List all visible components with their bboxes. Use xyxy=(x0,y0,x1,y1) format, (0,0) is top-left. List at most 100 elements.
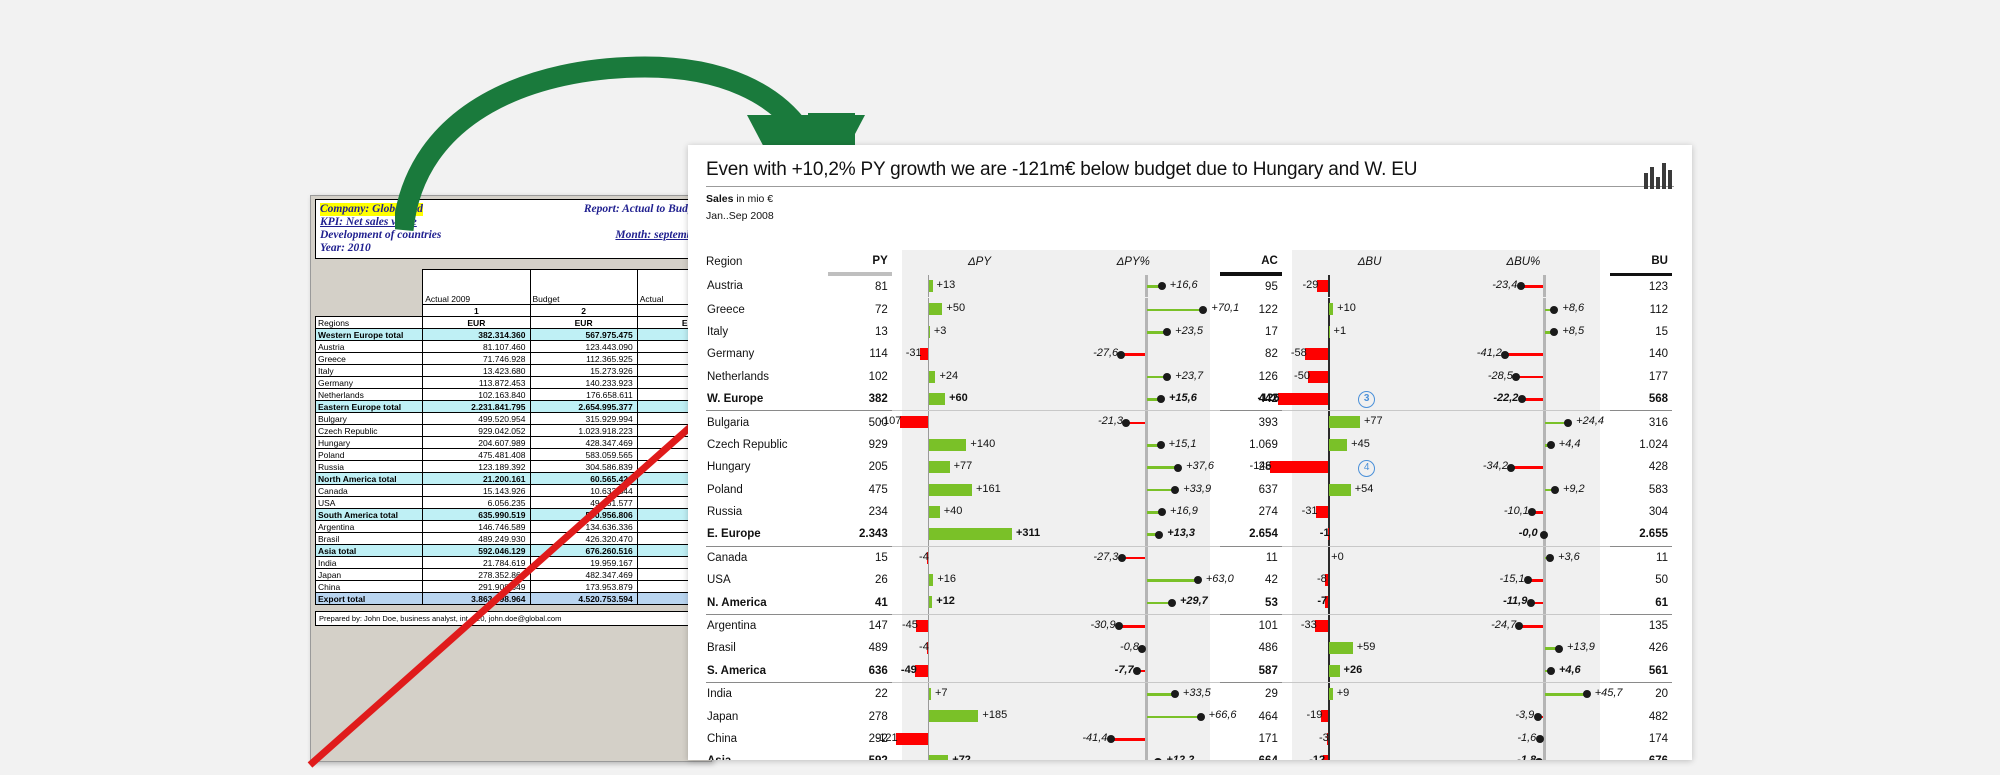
pct-cell: -1,8 xyxy=(1447,750,1600,760)
row-py-value: 2.343 xyxy=(828,523,892,546)
row-bu-value: 561 xyxy=(1610,660,1672,683)
excel-corner-cell xyxy=(316,270,423,305)
excel-index-cell: 2 xyxy=(530,305,637,317)
excel-row-value: 19.959.167 xyxy=(530,557,637,569)
row-region-label: Argentina xyxy=(706,614,828,637)
negative-bar xyxy=(1305,348,1328,360)
pct-dot xyxy=(1515,622,1523,630)
pct-cell: -1,6 xyxy=(1447,728,1600,750)
row-bu-value: 2.655 xyxy=(1610,523,1672,546)
row-py-value: 26 xyxy=(828,569,892,591)
pct-needle xyxy=(1545,422,1566,425)
pct-needle xyxy=(1513,466,1543,469)
ibcs-report-card: Even with +10,2% PY growth we are -121m€… xyxy=(688,145,1692,760)
excel-row-value: 21.200.161 xyxy=(423,473,530,485)
row-gap xyxy=(1282,750,1292,760)
bar-value-label: +54 xyxy=(1355,483,1374,495)
zero-axis xyxy=(928,660,929,682)
pct-dot xyxy=(1138,645,1146,653)
excel-row-value: 2.231.841.795 xyxy=(423,401,530,413)
row-gap xyxy=(1600,546,1610,569)
excel-data-row: Germany113.872.453140.233.92382.46 xyxy=(316,377,713,389)
excel-index-row: 123 xyxy=(316,305,713,317)
bar-value-label: +72 xyxy=(952,754,971,760)
row-gap xyxy=(1282,728,1292,750)
zero-axis xyxy=(1328,343,1330,365)
zero-axis xyxy=(1328,456,1330,478)
bar-cell: +311 xyxy=(902,523,1057,546)
zero-axis xyxy=(1328,705,1330,727)
pct-dot xyxy=(1168,599,1176,607)
bar-cell: +12 xyxy=(902,591,1057,614)
excel-data-row: Italy13.423.68015.273.92616.57 xyxy=(316,365,713,377)
pct-value-label: +24,4 xyxy=(1576,415,1604,427)
excel-data-row: Western Europe total382.314.360567.975.4… xyxy=(316,329,713,341)
row-ac-value: 126 xyxy=(1220,366,1282,388)
pct-value-label: +13,9 xyxy=(1567,641,1595,653)
excel-row-label: Poland xyxy=(316,449,423,461)
excel-group-header: Actual 2009 xyxy=(423,270,530,305)
pct-cell: +23,5 xyxy=(1057,321,1210,343)
row-gap xyxy=(1600,298,1610,320)
row-gap xyxy=(892,388,902,411)
pct-value-label: -28,5 xyxy=(1488,370,1513,382)
zero-axis xyxy=(1543,591,1546,613)
table-row: Canada15-4-27,311+0+3,611 xyxy=(706,546,1672,569)
bar-cell: -33 xyxy=(1292,614,1447,637)
bar-value-label: +24 xyxy=(939,370,958,382)
excel-row-value: 13.423.680 xyxy=(423,365,530,377)
excel-row-value: 140.233.923 xyxy=(530,377,637,389)
pct-cell: +66,6 xyxy=(1057,705,1210,727)
bar-cell: -1 xyxy=(1292,523,1447,546)
excel-data-row: China291.908.649173.953.879171.19 xyxy=(316,581,713,593)
zero-axis xyxy=(928,411,929,433)
bar-cell: +26 xyxy=(1292,660,1447,683)
bar-value-label: +77 xyxy=(954,460,973,472)
pct-cell: -21,3 xyxy=(1057,411,1210,434)
positive-bar xyxy=(929,326,930,338)
pct-cell: +8,5 xyxy=(1447,321,1600,343)
row-gap xyxy=(892,705,902,727)
pct-dot xyxy=(1528,508,1536,516)
bar-value-label: +26 xyxy=(1344,664,1363,676)
bar-cell: -107 xyxy=(902,411,1057,434)
excel-data-row: Asia total592.046.129676.260.516664.04 xyxy=(316,545,713,557)
excel-group-header-row: Actual 2009BudgetActual xyxy=(316,270,713,305)
pct-dot xyxy=(1547,667,1555,675)
zero-axis xyxy=(1543,750,1546,760)
row-gap xyxy=(1600,705,1610,727)
row-gap xyxy=(1282,321,1292,343)
excel-row-value: 560.956.806 xyxy=(530,509,637,521)
excel-row-label: Eastern Europe total xyxy=(316,401,423,413)
positive-bar xyxy=(929,439,966,451)
excel-row-value: 71.746.928 xyxy=(423,353,530,365)
zero-axis xyxy=(1543,501,1546,523)
row-region-label: China xyxy=(706,728,828,750)
row-ac-value: 637 xyxy=(1220,479,1282,501)
row-gap xyxy=(892,343,902,365)
bar-value-label: -4 xyxy=(919,641,929,653)
pct-cell: -41,4 xyxy=(1057,728,1210,750)
pct-value-label: +33,5 xyxy=(1183,687,1211,699)
excel-group-header: Budget xyxy=(530,270,637,305)
pct-dot xyxy=(1157,395,1165,403)
positive-bar xyxy=(929,461,950,473)
excel-row-value: 635.990.519 xyxy=(423,509,530,521)
excel-row-label: Bulgary xyxy=(316,413,423,425)
row-gap xyxy=(1282,591,1292,614)
row-gap xyxy=(1600,569,1610,591)
pct-value-label: +63,0 xyxy=(1206,573,1234,585)
zero-axis xyxy=(928,728,929,750)
bar-cell: -31 xyxy=(1292,501,1447,523)
excel-data-row: Japan278.352.860482.347.469463.76 xyxy=(316,569,713,581)
zero-axis xyxy=(1543,388,1546,410)
row-py-value: 22 xyxy=(828,683,892,706)
row-bu-value: 304 xyxy=(1610,501,1672,523)
excel-row-label: USA xyxy=(316,497,423,509)
zero-axis xyxy=(1543,366,1546,388)
row-ac-value: 101 xyxy=(1220,614,1282,637)
pct-dot xyxy=(1550,306,1558,314)
table-row: Asia592+72+12,2664-12-1,8676 xyxy=(706,750,1672,760)
pct-value-label: -23,4 xyxy=(1492,279,1517,291)
excel-data-row: North America total21.200.16160.565.4215… xyxy=(316,473,713,485)
